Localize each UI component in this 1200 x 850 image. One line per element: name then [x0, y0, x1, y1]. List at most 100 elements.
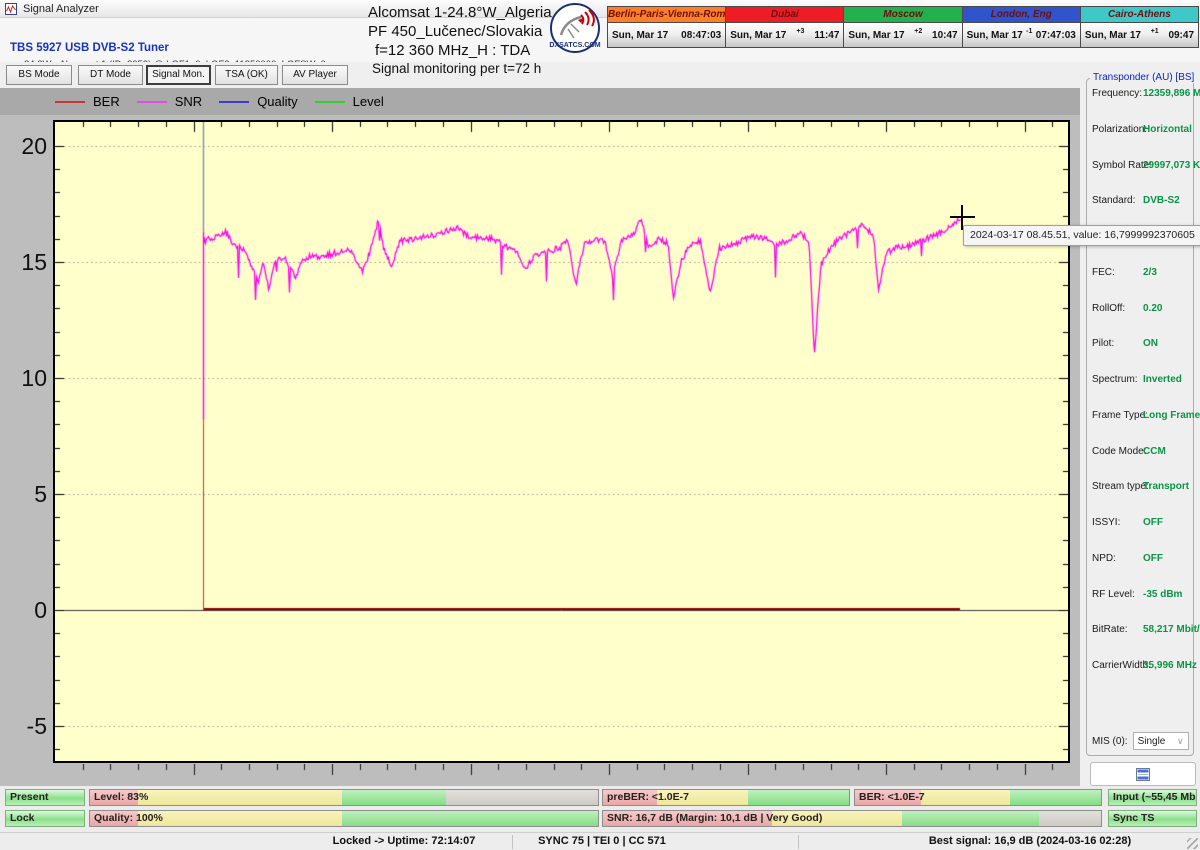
field-value: 2/3: [1143, 266, 1157, 278]
field-label: FEC:: [1092, 266, 1115, 278]
field-label: NPD:: [1092, 552, 1116, 564]
stream-stack-icon: [1136, 767, 1150, 781]
mis-row: MIS (0): Single ∨: [1092, 732, 1189, 750]
seg-green: [1009, 790, 1101, 805]
field-value: Transport: [1143, 481, 1190, 493]
clock-date: Sun, Mar 17: [612, 29, 669, 41]
field-value: 58,217 Mbit/s: [1143, 624, 1200, 636]
transponder-field: RollOff: 0.20: [1092, 303, 1192, 315]
bar-level: Level: 83%: [89, 789, 599, 806]
bar-label: Level: 83%: [94, 791, 149, 803]
resize-grip[interactable]: [1187, 838, 1198, 849]
clock-time-row: Sun, Mar 17 +3 11:47: [726, 23, 844, 47]
mis-dropdown[interactable]: Single ∨: [1132, 732, 1189, 750]
transponder-field: CarrierWidth: 35,996 MHz: [1092, 660, 1197, 672]
bar-quality: Quality: 100%: [89, 810, 599, 827]
field-label: ISSYI:: [1092, 517, 1121, 528]
field-label: BitRate:: [1092, 624, 1128, 636]
field-label: Pilot:: [1092, 338, 1115, 350]
clock-utc-offset: +3: [796, 27, 805, 35]
field-value: 35,996 MHz: [1143, 660, 1197, 671]
y-tick-label: 20: [21, 133, 47, 159]
clock-5: Cairo-Athens Sun, Mar 17 +1 09:47: [1080, 7, 1199, 47]
field-value: 12359,896 MHz: [1143, 88, 1200, 99]
field-label: Symbol Rate:: [1092, 159, 1153, 171]
field-label: Spectrum:: [1092, 374, 1138, 385]
field-value: ON: [1143, 338, 1158, 350]
seg-green: [341, 811, 598, 826]
logo-text: DXSATCS.COM: [549, 42, 600, 49]
tab-bs-mode[interactable]: BS Mode: [6, 65, 72, 85]
field-label: Frequency:: [1092, 88, 1143, 99]
field-value: Inverted: [1143, 374, 1182, 385]
y-tick-label: 5: [34, 481, 47, 507]
statusbar: Locked -> Uptime: 72:14:07 SYNC 75 | TEI…: [0, 832, 1200, 850]
bar-sync: Sync TS: [1108, 810, 1197, 827]
clock-city-label: Cairo-Athens: [1080, 7, 1199, 23]
seg-yellow: [137, 790, 342, 805]
clock-time-row: Sun, Mar 17 08:47:03: [608, 23, 726, 47]
transponder-field: Standard: DVB-S2: [1092, 195, 1192, 207]
tuner-name: TBS 5927 USB DVB-S2 Tuner: [10, 42, 169, 54]
clock-time-row: Sun, Mar 17 +1 09:47: [1080, 23, 1199, 47]
legend-label: Level: [352, 94, 384, 109]
clock-time: 10:47: [932, 29, 958, 41]
seg-yellow: [137, 811, 342, 826]
legend-line-swatch: [314, 100, 345, 103]
field-label: Standard:: [1092, 195, 1136, 207]
field-value: -35 dBm: [1143, 588, 1183, 600]
tab-tsa-ok[interactable]: TSA (OK): [215, 65, 278, 85]
transponder-title: Transponder (AU) [BS]: [1090, 72, 1198, 83]
field-value: 29997,073 KS/s: [1143, 159, 1200, 171]
seg-gray: [445, 790, 598, 805]
transponder-field: Pilot: ON: [1092, 338, 1192, 350]
field-label: Stream type:: [1092, 481, 1149, 493]
clock-city-label: Dubai: [726, 7, 844, 23]
legend-item-ber: BER: [55, 94, 120, 109]
field-value: OFF: [1143, 552, 1163, 564]
transponder-field: Polarization: Horizontal: [1092, 124, 1192, 136]
bar-input: Input (~55,45 Mbps): [1108, 789, 1197, 806]
clock-date: Sun, Mar 17: [1084, 29, 1141, 41]
tab-dt-mode[interactable]: DT Mode: [78, 65, 143, 85]
seg-yellow: [921, 790, 1010, 805]
bar-label: Input (~55,45 Mbps): [1113, 791, 1196, 803]
transponder-field: Code Mode: CCM: [1092, 446, 1192, 458]
tab-av-player[interactable]: AV Player: [282, 65, 348, 85]
legend-label: BER: [93, 94, 120, 109]
statusbar-separator: [512, 835, 513, 849]
x-axis-ticks: [55, 764, 1068, 778]
bar-label: Lock: [10, 812, 35, 824]
legend-item-level: Level: [314, 94, 384, 109]
transponder-field: Stream type: Transport: [1092, 481, 1192, 493]
mis-selected-value: Single: [1137, 735, 1166, 747]
signal-monitoring-plot[interactable]: [55, 122, 1068, 761]
field-label: Code Mode:: [1092, 445, 1147, 457]
clock-time: 08:47:03: [681, 29, 722, 41]
field-value: CCM: [1143, 445, 1166, 457]
clock-time: 11:47: [814, 29, 840, 41]
field-label: CarrierWidth:: [1092, 660, 1151, 671]
legend-item-quality: Quality: [219, 94, 298, 109]
clock-date: Sun, Mar 17: [730, 29, 787, 41]
transponder-fields: Frequency:12359,896 MHz Polarization:Hori…: [1092, 88, 1200, 672]
transponder-groupbox: Transponder (AU) [BS] Frequency: 12359,89…: [1086, 72, 1200, 756]
dxsatcs-logo: DXSATCS.COM: [549, 3, 601, 53]
transponder-field: FEC: 2/3: [1092, 267, 1192, 279]
satellite-info-block: Alcomsat 1-24.8°W_Algeria PF 450_Lučenec…: [368, 3, 552, 78]
bar-label: BER: <1.0E-7: [859, 791, 925, 803]
transponder-field: Spectrum: Inverted: [1092, 374, 1192, 386]
statusbar-best-signal: Best signal: 16,9 dB (2024-03-16 02:28): [928, 835, 1132, 847]
bar-label: SNR: 16,7 dB (Margin: 10,1 dB | Very Goo…: [607, 812, 823, 824]
chart-legend: BER SNR Quality Level: [0, 88, 1080, 115]
monitoring-caption: Signal monitoring per t=72 h: [372, 61, 542, 76]
tab-signal-mon[interactable]: Signal Mon.: [146, 65, 211, 85]
bar-ber: BER: <1.0E-7: [854, 789, 1102, 806]
bar-label: preBER: <1.0E-7: [607, 791, 689, 803]
transponder-field: ISSYI: OFF: [1092, 517, 1192, 529]
mis-label: MIS (0):: [1092, 735, 1128, 747]
field-value: 0.20: [1143, 302, 1163, 314]
stream-info-button[interactable]: [1090, 762, 1196, 786]
satellite-name: Alcomsat 1-24.8°W_Algeria: [368, 4, 552, 21]
world-clocks: Berlin-Paris-Vienna-Roma Sun, Mar 17 08:47…: [607, 6, 1199, 48]
